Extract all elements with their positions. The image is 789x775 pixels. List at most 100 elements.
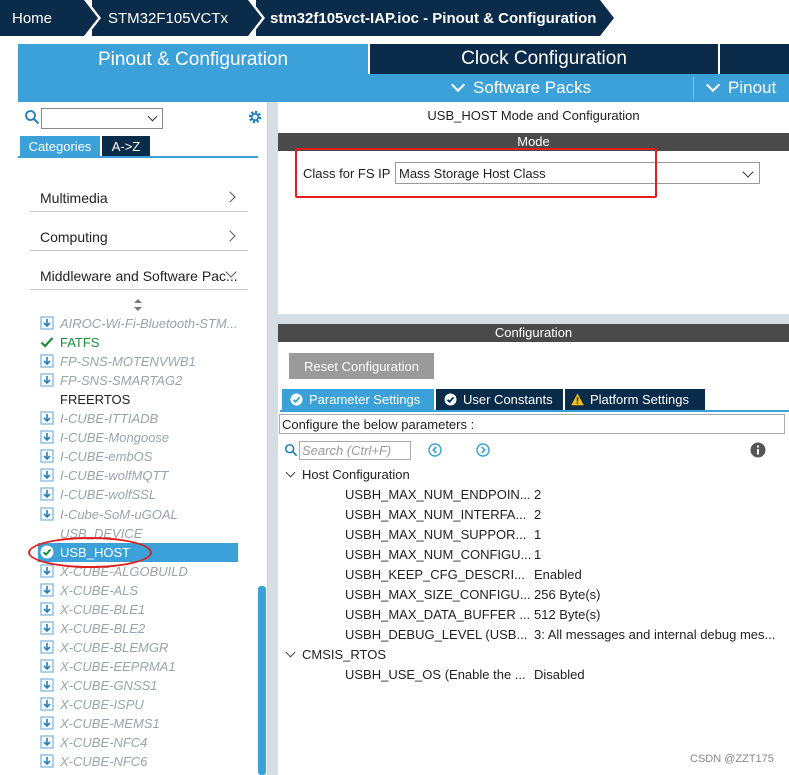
next-icon[interactable] bbox=[476, 443, 490, 457]
tab-pinout-configuration[interactable]: Pinout & Configuration bbox=[18, 44, 368, 102]
list-item-label: I-CUBE-ITTIADB bbox=[60, 411, 159, 427]
param-value[interactable]: 512 Byte(s) bbox=[534, 607, 600, 622]
previous-icon[interactable] bbox=[428, 443, 442, 457]
breadcrumb-mcu[interactable]: STM32F105VCTx bbox=[92, 0, 265, 36]
group-host-configuration[interactable]: Host Configuration bbox=[285, 467, 410, 482]
list-item[interactable]: X-CUBE-NFC4 bbox=[38, 733, 238, 752]
param-name[interactable]: USBH_MAX_NUM_INTERFA... bbox=[345, 507, 526, 522]
list-item[interactable]: I-CUBE-embOS bbox=[38, 447, 238, 466]
software-packs-menu[interactable]: Software Packs bbox=[450, 77, 591, 98]
list-item[interactable]: X-CUBE-ALS bbox=[38, 581, 238, 600]
download-pack-icon bbox=[40, 659, 54, 673]
tab-user-constants[interactable]: User Constants bbox=[436, 389, 563, 410]
list-item-label: X-CUBE-NFC4 bbox=[60, 735, 148, 751]
tab-extra[interactable] bbox=[720, 44, 789, 74]
param-value[interactable]: Disabled bbox=[534, 667, 585, 682]
download-pack-icon bbox=[40, 678, 54, 692]
chevron-down-icon bbox=[742, 166, 754, 178]
download-pack-icon bbox=[40, 602, 54, 616]
check-icon bbox=[40, 335, 54, 349]
list-item[interactable]: X-CUBE-BLEMGR bbox=[38, 638, 238, 657]
list-item[interactable]: FP-SNS-MOTENVWB1 bbox=[38, 352, 238, 371]
list-item[interactable]: X-CUBE-EEPRMA1 bbox=[38, 657, 238, 676]
download-pack-icon bbox=[40, 583, 54, 597]
tab-parameter-settings[interactable]: Parameter Settings bbox=[282, 389, 434, 410]
list-item[interactable]: FREERTOS bbox=[38, 390, 238, 409]
param-value[interactable]: 256 Byte(s) bbox=[534, 587, 600, 602]
panel-title: USB_HOST Mode and Configuration bbox=[427, 108, 640, 123]
list-item-label: I-CUBE-embOS bbox=[60, 449, 153, 465]
param-value[interactable]: 1 bbox=[534, 527, 541, 542]
list-item-label: AIROC-Wi-Fi-Bluetooth-STM... bbox=[60, 316, 238, 331]
list-item-label: X-CUBE-BLE2 bbox=[60, 620, 146, 636]
param-value[interactable]: 3: All messages and internal debug mes..… bbox=[534, 627, 775, 642]
list-item[interactable]: X-CUBE-BLE1 bbox=[38, 600, 238, 619]
splitter[interactable] bbox=[278, 314, 789, 324]
tab-clock-configuration[interactable]: Clock Configuration bbox=[370, 44, 718, 74]
download-pack-icon bbox=[40, 316, 54, 330]
param-value[interactable]: 1 bbox=[534, 547, 541, 562]
download-pack-icon bbox=[40, 354, 54, 368]
list-item[interactable]: X-CUBE-GNSS1 bbox=[38, 676, 238, 695]
param-name[interactable]: USBH_MAX_SIZE_CONFIGU... bbox=[345, 587, 531, 602]
param-name[interactable]: USBH_USE_OS (Enable the ... bbox=[345, 667, 526, 682]
list-item[interactable]: FP-SNS-SMARTAG2 bbox=[38, 371, 238, 390]
search-icon bbox=[25, 110, 40, 125]
param-name[interactable]: USBH_MAX_NUM_ENDPOIN... bbox=[345, 487, 531, 502]
list-item[interactable]: X-CUBE-BLE2 bbox=[38, 619, 238, 638]
download-pack-icon bbox=[40, 621, 54, 635]
list-item[interactable]: I-CUBE-wolfSSL bbox=[38, 485, 238, 504]
gear-icon[interactable] bbox=[246, 108, 264, 126]
list-item[interactable]: X-CUBE-ISPU bbox=[38, 695, 238, 714]
sort-arrows-icon[interactable] bbox=[132, 298, 144, 312]
chevron-down-icon bbox=[147, 111, 158, 122]
info-icon[interactable] bbox=[750, 442, 766, 458]
param-name[interactable]: USBH_KEEP_CFG_DESCRI... bbox=[345, 567, 525, 582]
category-search-input[interactable] bbox=[41, 108, 163, 129]
param-name[interactable]: USBH_MAX_NUM_CONFIGU... bbox=[345, 547, 531, 562]
group-cmsis-rtos[interactable]: CMSIS_RTOS bbox=[285, 647, 386, 662]
list-item[interactable]: X-CUBE-MEMS1 bbox=[38, 714, 238, 733]
tab-a-z[interactable]: A->Z bbox=[102, 136, 150, 156]
category-computing[interactable]: Computing bbox=[30, 221, 248, 251]
chevron-down-icon bbox=[450, 77, 466, 93]
list-item-label: FP-SNS-SMARTAG2 bbox=[60, 373, 183, 389]
parameter-search-input[interactable]: Search (Ctrl+F) bbox=[299, 441, 411, 460]
list-item-label: FREERTOS bbox=[60, 392, 131, 408]
tab-categories[interactable]: Categories bbox=[20, 136, 100, 156]
list-item[interactable]: FATFS bbox=[38, 333, 238, 352]
list-item[interactable]: X-CUBE-NFC6 bbox=[38, 752, 238, 771]
param-value[interactable]: 2 bbox=[534, 507, 541, 522]
list-item-label: X-CUBE-BLE1 bbox=[60, 601, 146, 617]
warning-icon bbox=[571, 393, 584, 406]
list-item-label: X-CUBE-MEMS1 bbox=[60, 716, 160, 732]
breadcrumb: Home STM32F105VCTx stm32f105vct-IAP.ioc … bbox=[0, 0, 789, 36]
param-name[interactable]: USBH_MAX_NUM_SUPPOR... bbox=[345, 527, 526, 542]
tab-underline bbox=[18, 156, 258, 158]
list-item[interactable]: I-Cube-SoM-uGOAL bbox=[38, 505, 238, 524]
param-value[interactable]: 2 bbox=[534, 487, 541, 502]
list-item-label: X-CUBE-NFC6 bbox=[60, 754, 148, 770]
param-name[interactable]: USBH_DEBUG_LEVEL (USB... bbox=[345, 627, 527, 642]
list-item[interactable]: I-CUBE-Mongoose bbox=[38, 428, 238, 447]
list-item[interactable]: I-CUBE-wolfMQTT bbox=[38, 466, 238, 485]
list-item-label: FP-SNS-MOTENVWB1 bbox=[60, 354, 196, 370]
check-circle-icon bbox=[290, 393, 303, 406]
breadcrumb-project[interactable]: stm32f105vct-IAP.ioc - Pinout & Configur… bbox=[256, 0, 617, 36]
pinout-menu[interactable]: Pinout bbox=[705, 77, 776, 98]
tab-platform-settings[interactable]: Platform Settings bbox=[565, 389, 705, 410]
chevron-down-icon bbox=[285, 647, 296, 658]
download-pack-icon bbox=[40, 735, 54, 749]
param-value[interactable]: Enabled bbox=[534, 567, 582, 582]
list-item[interactable]: AIROC-Wi-Fi-Bluetooth-STM... bbox=[38, 314, 238, 333]
list-item-label: I-CUBE-wolfMQTT bbox=[60, 468, 169, 484]
param-name[interactable]: USBH_MAX_DATA_BUFFER ... bbox=[345, 607, 530, 622]
category-multimedia[interactable]: Multimedia bbox=[30, 182, 248, 212]
reset-configuration-button[interactable]: Reset Configuration bbox=[289, 353, 434, 379]
list-item[interactable]: I-CUBE-ITTIADB bbox=[38, 409, 238, 428]
list-item-label: X-CUBE-EEPRMA1 bbox=[60, 658, 176, 674]
scrollbar[interactable] bbox=[258, 586, 266, 775]
panel-divider[interactable] bbox=[268, 102, 278, 775]
breadcrumb-home[interactable]: Home bbox=[0, 0, 101, 36]
category-middleware[interactable]: Middleware and Software Pac... bbox=[30, 260, 248, 290]
